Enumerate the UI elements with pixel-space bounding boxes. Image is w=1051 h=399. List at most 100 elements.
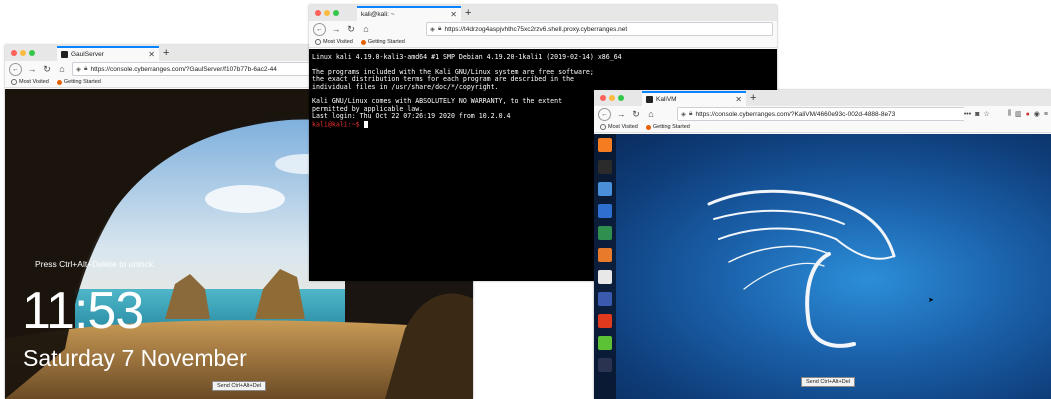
new-tab-button[interactable]: + (163, 46, 169, 60)
tab-favicon-icon (646, 96, 653, 103)
forward-button[interactable]: → (331, 22, 341, 36)
window-controls (315, 10, 339, 16)
reload-button[interactable]: ↻ (346, 22, 356, 36)
back-button[interactable]: ← (9, 62, 22, 76)
bookmarks-bar: Most Visited Getting Started (309, 37, 777, 48)
maltego-icon[interactable] (598, 204, 612, 218)
shield-icon: ◈ (430, 26, 435, 33)
gear-icon (600, 124, 606, 130)
files-icon[interactable] (598, 182, 612, 196)
page-actions-icon[interactable]: ••• (964, 111, 971, 118)
maximize-window-button[interactable] (333, 10, 339, 16)
bookmark-label: Getting Started (652, 124, 690, 130)
close-tab-icon[interactable]: ✕ (148, 50, 155, 59)
bookmark-label: Most Visited (608, 124, 638, 130)
new-tab-button[interactable]: + (750, 91, 756, 105)
bookmarks-bar: Most Visited Getting Started (594, 122, 1051, 133)
bookmark-label: Getting Started (63, 79, 101, 85)
forward-button[interactable]: → (27, 62, 37, 76)
nav-bar: ← → ↻ ⌂ ◈ 🔒︎ https://t4drzog4aspjvhthc75… (309, 21, 777, 37)
tab-bar: kali@kali: ~ ✕ + (309, 5, 777, 21)
new-tab-button[interactable]: + (465, 6, 471, 20)
lock-icon: 🔒︎ (689, 110, 693, 117)
url-text: https://console.cyberranges.com/?KaliVM/… (695, 110, 896, 118)
terminal-line: Linux kali 4.19.0-kali3-amd64 #1 SMP Deb… (312, 53, 622, 61)
menu-icon[interactable]: ≡ (1044, 111, 1048, 118)
close-window-button[interactable] (315, 10, 321, 16)
gear-icon (11, 79, 17, 85)
sidebar-icon[interactable]: ▥ (1015, 110, 1022, 118)
reload-button[interactable]: ↻ (631, 107, 641, 121)
bookmark-getting-started[interactable]: Getting Started (645, 124, 690, 130)
firefox-icon (645, 124, 651, 130)
shield-icon: ◈ (681, 111, 686, 118)
nav-bar: ← → ↻ ⌂ ◈ 🔒︎ https://console.cyberranges… (594, 106, 1051, 122)
kali-dragon-logo (707, 189, 896, 348)
terminal-prompt: kali@kali:~$ (312, 120, 364, 129)
send-ctrl-alt-del-button[interactable]: Send Ctrl+Alt+Del (212, 381, 267, 391)
maximize-window-button[interactable] (29, 50, 35, 56)
close-window-button[interactable] (11, 50, 17, 56)
lock-icon: 🔒︎ (438, 25, 442, 32)
close-tab-icon[interactable]: ✕ (735, 95, 742, 104)
extension-icon[interactable]: ● (1026, 111, 1030, 118)
bookmark-most-visited[interactable]: Most Visited (11, 79, 49, 85)
close-window-button[interactable] (600, 95, 606, 101)
apps-grid-icon[interactable] (598, 358, 612, 372)
bookmark-star-icon[interactable]: ☆ (983, 110, 989, 118)
metasploit-icon[interactable] (598, 226, 612, 240)
bookmark-getting-started[interactable]: Getting Started (56, 79, 101, 85)
firefox-icon[interactable] (598, 138, 612, 152)
bookmark-most-visited[interactable]: Most Visited (600, 124, 638, 130)
lock-clock: 11:53 (22, 282, 144, 340)
minimize-window-button[interactable] (609, 95, 615, 101)
extension-2-icon[interactable]: ◉ (1034, 110, 1040, 118)
maximize-window-button[interactable] (618, 95, 624, 101)
minimize-window-button[interactable] (20, 50, 26, 56)
pocket-icon[interactable]: ◙ (975, 111, 979, 118)
tab-bar: KaliVM ✕ + (594, 90, 1051, 106)
back-button[interactable]: ← (598, 107, 611, 121)
mouse-cursor-icon: ➤ (928, 297, 934, 304)
bookmark-most-visited[interactable]: Most Visited (315, 39, 353, 45)
tab-kalivm[interactable]: KaliVM ✕ (642, 91, 746, 106)
close-tab-icon[interactable]: ✕ (450, 10, 457, 19)
tab-favicon-icon (61, 51, 68, 58)
url-text: https://t4drzog4aspjvhthc75xc2rzv6.shell… (444, 25, 628, 33)
bookmark-label: Getting Started (367, 39, 405, 45)
back-button[interactable]: ← (313, 22, 326, 36)
reload-button[interactable]: ↻ (42, 62, 52, 76)
beef-icon[interactable] (598, 270, 612, 284)
kali-desktop: ➤ Send Ctrl+Alt+Del (594, 134, 1051, 399)
browser-toolbar-icons: ••• ◙ ☆ ⫼ ▥ ● ◉ ≡ (963, 106, 1051, 122)
url-bar[interactable]: ◈ 🔒︎ https://console.cyberranges.com/?Ka… (677, 107, 973, 121)
tab-gaulserver[interactable]: GaulServer ✕ (57, 46, 159, 61)
armitage-icon[interactable] (598, 292, 612, 306)
minimize-window-button[interactable] (324, 10, 330, 16)
send-ctrl-alt-del-button[interactable]: Send Ctrl+Alt+Del (801, 377, 856, 387)
home-button[interactable]: ⌂ (361, 22, 371, 36)
url-text: https://console.cyberranges.com/?GaulSer… (90, 65, 277, 73)
home-button[interactable]: ⌂ (646, 107, 656, 121)
lock-icon: 🔒︎ (84, 65, 88, 72)
tab-title: kali@kali: ~ (361, 11, 395, 18)
terminal-icon[interactable] (598, 160, 612, 174)
bookmark-label: Most Visited (323, 39, 353, 45)
terminal-cursor (363, 120, 368, 128)
faraday-icon[interactable] (598, 314, 612, 328)
unlock-hint: Press Ctrl+Alt+Delete to unlock. (35, 259, 156, 269)
leafpad-icon[interactable] (598, 336, 612, 350)
tab-title: GaulServer (71, 51, 104, 58)
burpsuite-icon[interactable] (598, 248, 612, 262)
library-icon[interactable]: ⫼ (1008, 110, 1011, 118)
tab-terminal[interactable]: kali@kali: ~ ✕ (357, 6, 461, 21)
firefox-icon (56, 79, 62, 85)
url-bar[interactable]: ◈ 🔒︎ https://t4drzog4aspjvhthc75xc2rzv6.… (426, 22, 773, 36)
kali-dock (594, 134, 616, 399)
bookmark-label: Most Visited (19, 79, 49, 85)
lock-date: Saturday 7 November (23, 345, 247, 371)
bookmark-getting-started[interactable]: Getting Started (360, 39, 405, 45)
home-button[interactable]: ⌂ (57, 62, 67, 76)
forward-button[interactable]: → (616, 107, 626, 121)
shield-icon: ◈ (76, 66, 81, 73)
